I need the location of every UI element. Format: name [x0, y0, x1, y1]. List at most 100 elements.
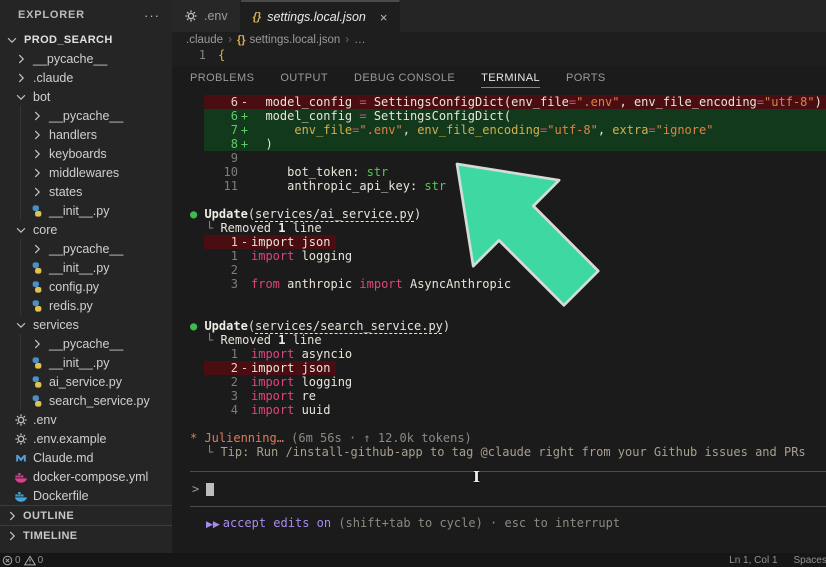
breadcrumb-item-item[interactable]: …	[354, 34, 366, 46]
explorer-more-actions-icon[interactable]: ···	[144, 8, 160, 23]
tree-item-label: handlers	[49, 128, 97, 142]
tree-item-services[interactable]: services	[0, 315, 172, 334]
diff-line: 7+ env_file=".env", env_file_encoding="u…	[190, 123, 826, 137]
line-number: 3	[190, 389, 238, 403]
breadcrumb-item-settings-local-json[interactable]: {}settings.local.json	[237, 34, 340, 46]
tree-item-core[interactable]: core	[0, 220, 172, 239]
chevron-right-icon	[29, 165, 45, 181]
panel-tab-debug-console[interactable]: DEBUG CONSOLE	[354, 68, 455, 88]
terminal-input[interactable]: >	[190, 471, 826, 507]
sidebar-section-outline[interactable]: OUTLINE	[0, 505, 172, 525]
token: asyncio	[294, 347, 352, 361]
tree-item-ai-service-py[interactable]: ai_service.py	[0, 372, 172, 391]
panel-tab-terminal[interactable]: TERMINAL	[481, 68, 540, 88]
diff-line: 8+ )	[190, 137, 826, 151]
token: ●	[190, 319, 204, 333]
tree-item-prod-search[interactable]: PROD_SEARCH	[0, 30, 172, 49]
tree-item-pycache[interactable]: __pycache__	[0, 334, 172, 353]
tree-item-label: search_service.py	[49, 394, 150, 408]
cursor-position[interactable]: Ln 1, Col 1	[729, 555, 777, 566]
explorer-title: EXPLORER	[18, 9, 85, 21]
terminal-output: 6- model_config = SettingsConfigDict(env…	[190, 95, 826, 459]
tree-item-pycache[interactable]: __pycache__	[0, 239, 172, 258]
token: "utf-8"	[764, 95, 815, 109]
close-icon[interactable]: ×	[380, 10, 388, 25]
tree-item-config-py[interactable]: config.py	[0, 277, 172, 296]
tab-env[interactable]: .env	[172, 0, 241, 32]
tree-item-bot[interactable]: bot	[0, 87, 172, 106]
tree-item-label: core	[33, 223, 57, 237]
diff-sign: -	[238, 235, 251, 249]
tree-item-keyboards[interactable]: keyboards	[0, 144, 172, 163]
tree-item-init-py[interactable]: __init__.py	[0, 353, 172, 372]
token: ,	[403, 123, 417, 137]
indentation-setting[interactable]: Spaces: 2	[794, 555, 826, 566]
text-cursor-block	[206, 483, 214, 496]
tree-item-docker-compose-yml[interactable]: docker-compose.yml	[0, 467, 172, 486]
spinner-status: * Julienning… (6m 56s · ↑ 12.0k tokens)	[190, 431, 826, 445]
sidebar-section-timeline[interactable]: TIMELINE	[0, 525, 172, 545]
editor-preview[interactable]: 1 {	[172, 48, 826, 66]
token: import	[251, 375, 294, 389]
line-number: 1	[204, 235, 238, 249]
tree-item-handlers[interactable]: handlers	[0, 125, 172, 144]
terminal-line: 10 bot_token: str	[190, 165, 826, 179]
terminal-line	[190, 193, 826, 207]
terminal-line	[190, 291, 826, 305]
token: "utf-8"	[547, 123, 598, 137]
warnings-indicator[interactable]: 0	[24, 555, 44, 566]
line-number: 6	[204, 95, 238, 109]
token: import json	[251, 361, 330, 375]
token: import	[251, 249, 294, 263]
tree-item-init-py[interactable]: __init__.py	[0, 201, 172, 220]
token: ,	[620, 95, 634, 109]
tree-item-env-example[interactable]: .env.example	[0, 429, 172, 448]
chevron-right-icon	[29, 146, 45, 162]
line-number: 2	[190, 375, 238, 389]
tree-item-label: .env.example	[33, 432, 106, 446]
line-number: 2	[204, 361, 238, 375]
error-icon	[2, 555, 13, 566]
tree-item-redis-py[interactable]: redis.py	[0, 296, 172, 315]
diff-sign	[238, 165, 251, 179]
tree-item-label: __init__.py	[49, 204, 109, 218]
token: )	[414, 207, 421, 221]
tree-item-middlewares[interactable]: middlewares	[0, 163, 172, 182]
tree-item-claude-md[interactable]: Claude.md	[0, 448, 172, 467]
file-path-link[interactable]: services/search_service.py	[255, 319, 443, 333]
tree-item-states[interactable]: states	[0, 182, 172, 201]
tree-item-env[interactable]: .env	[0, 410, 172, 429]
warning-icon	[24, 555, 36, 566]
token: └	[206, 445, 220, 459]
token: env_file	[511, 95, 569, 109]
vscode-window: EXPLORER ··· PROD_SEARCH__pycache__.clau…	[0, 0, 826, 567]
terminal[interactable]: 6- model_config = SettingsConfigDict(env…	[172, 90, 826, 553]
diff-sign: -	[238, 95, 251, 109]
tree-item-pycache[interactable]: __pycache__	[0, 106, 172, 125]
diff-sign	[238, 249, 251, 263]
token: extra	[612, 123, 648, 137]
diff-line: 1-import json	[190, 235, 826, 249]
python-icon	[29, 374, 45, 390]
token: Removed	[220, 333, 278, 347]
errors-indicator[interactable]: 0	[2, 555, 21, 566]
tree-item-init-py[interactable]: __init__.py	[0, 258, 172, 277]
tab-settings-local-json[interactable]: {}settings.local.json×	[241, 0, 401, 32]
panel-tab-output[interactable]: OUTPUT	[280, 68, 328, 88]
section-label: OUTLINE	[23, 510, 74, 522]
chevron-down-icon	[13, 222, 29, 238]
panel-tab-problems[interactable]: PROBLEMS	[190, 68, 254, 88]
tree-item-search-service-py[interactable]: search_service.py	[0, 391, 172, 410]
tree-item-pycache[interactable]: __pycache__	[0, 49, 172, 68]
chevron-right-icon	[13, 70, 29, 86]
breadcrumb-item-claude[interactable]: .claude	[186, 34, 223, 46]
file-path-link[interactable]: services/ai_service.py	[255, 207, 414, 221]
chevron-right-icon	[29, 336, 45, 352]
tree-item-claude[interactable]: .claude	[0, 68, 172, 87]
tree-item-dockerfile[interactable]: Dockerfile	[0, 486, 172, 505]
terminal-line: 2	[190, 263, 826, 277]
diff-sign: +	[238, 137, 251, 151]
chevron-right-icon	[29, 241, 45, 257]
token: SettingsConfigDict(	[367, 95, 512, 109]
panel-tab-ports[interactable]: PORTS	[566, 68, 606, 88]
